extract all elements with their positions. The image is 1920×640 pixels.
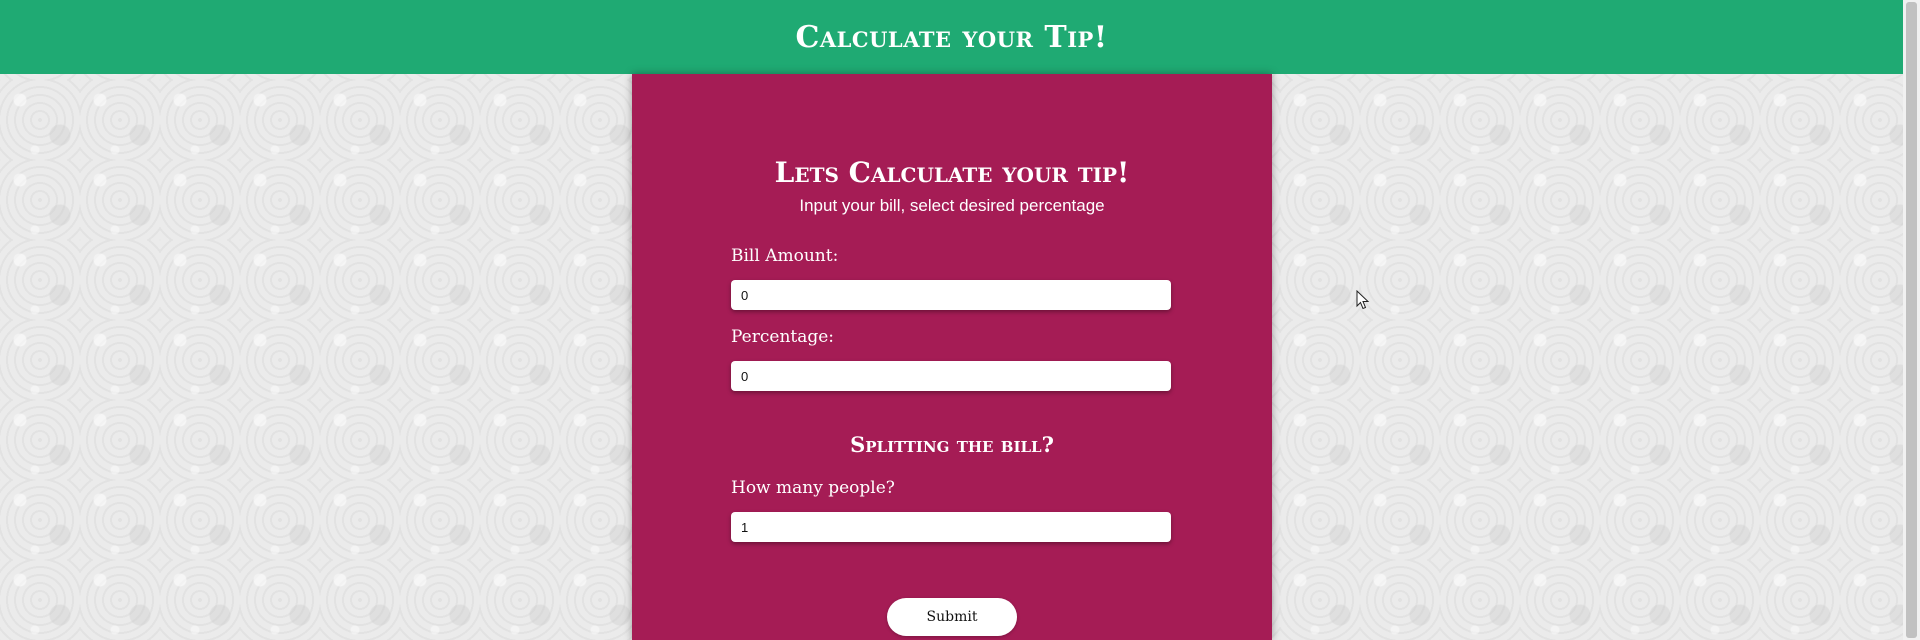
page-header: Calculate your Tip! [0,0,1903,74]
card-title: Lets Calculate your tip! [774,156,1130,189]
vertical-scrollbar[interactable] [1903,0,1920,640]
people-count-label: How many people? [731,478,895,498]
bill-amount-label: Bill Amount: [731,246,839,266]
page-title: Calculate your Tip! [795,19,1108,55]
percentage-input[interactable] [731,361,1171,391]
tip-calculator-card: Lets Calculate your tip! Input your bill… [632,74,1272,640]
bill-amount-input[interactable] [731,280,1171,310]
submit-button[interactable]: Submit [887,598,1017,636]
scrollbar-thumb[interactable] [1906,2,1917,638]
mouse-pointer-icon [1356,290,1370,310]
percentage-label: Percentage: [731,327,835,347]
people-count-input[interactable] [731,512,1171,542]
card-subtitle: Input your bill, select desired percenta… [799,196,1105,215]
split-bill-title: Splitting the bill? [850,432,1054,457]
